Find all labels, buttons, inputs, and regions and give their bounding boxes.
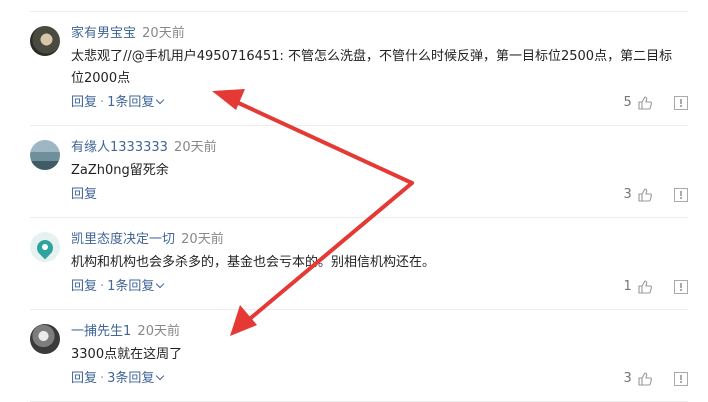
comment-item: 家有男宝宝 20天前 太悲观了//@手机用户4950716451: 不管怎么洗盘… (30, 26, 700, 118)
divider (30, 125, 688, 126)
separator: · (100, 371, 105, 386)
reply-button[interactable]: 回复 (71, 187, 97, 202)
report-icon[interactable] (674, 280, 688, 294)
comment-header: 一捕先生1 20天前 (71, 324, 180, 340)
avatar[interactable] (30, 232, 60, 262)
view-replies-label: 1条回复 (107, 279, 155, 294)
divider (30, 11, 688, 12)
comment-header: 有缘人1333333 20天前 (71, 140, 217, 156)
reply-button[interactable]: 回复 (71, 95, 97, 110)
timestamp: 20天前 (174, 140, 217, 155)
comment-item: 一捕先生1 20天前 3300点就在这周了 回复 · 3条回复 3 (30, 324, 700, 394)
report-icon[interactable] (674, 96, 688, 110)
chevron-down-icon (156, 95, 165, 105)
comment-actions: 回复 · 1条回复 (71, 279, 165, 295)
chevron-down-icon (156, 371, 165, 381)
divider (30, 217, 688, 218)
thumbs-up-icon[interactable] (638, 280, 652, 294)
comment-meta: 3 (623, 371, 688, 388)
username[interactable]: 一捕先生1 (71, 324, 131, 339)
timestamp: 20天前 (181, 232, 224, 247)
timestamp: 20天前 (142, 26, 185, 41)
divider (30, 309, 688, 310)
view-replies-button[interactable]: 1条回复 (107, 95, 165, 110)
view-replies-label: 3条回复 (107, 371, 155, 386)
thumbs-up-icon[interactable] (638, 188, 652, 202)
avatar[interactable] (30, 26, 60, 56)
comment-header: 家有男宝宝 20天前 (71, 26, 185, 42)
like-count: 3 (623, 187, 632, 202)
separator: · (100, 279, 105, 294)
view-replies-button[interactable]: 3条回复 (107, 371, 165, 386)
comment-meta: 5 (623, 95, 688, 112)
comment-text: 太悲观了//@手机用户4950716451: 不管怎么洗盘，不管什么时候反弹，第… (71, 49, 673, 86)
comment-meta: 3 (623, 187, 688, 204)
reply-button[interactable]: 回复 (71, 279, 97, 294)
comment-actions: 回复 (71, 187, 97, 203)
reply-button[interactable]: 回复 (71, 371, 97, 386)
comment-text: ZaZh0ng留死余 (71, 163, 169, 178)
username[interactable]: 有缘人1333333 (71, 140, 168, 155)
comment-actions: 回复 · 3条回复 (71, 371, 165, 387)
separator: · (100, 95, 105, 110)
comment-header: 凯里态度决定一切 20天前 (71, 232, 224, 248)
timestamp: 20天前 (137, 324, 180, 339)
username[interactable]: 家有男宝宝 (71, 26, 136, 41)
username[interactable]: 凯里态度决定一切 (71, 232, 175, 247)
like-count: 1 (623, 279, 632, 294)
thumbs-up-icon[interactable] (638, 96, 652, 110)
like-count: 5 (623, 95, 632, 110)
chevron-down-icon (156, 279, 165, 289)
comment-item: 有缘人1333333 20天前 ZaZh0ng留死余 回复 3 (30, 140, 700, 210)
report-icon[interactable] (674, 372, 688, 386)
comment-text: 机构和机构也会多杀多的，基金也会亏本的。别相信机构还在。 (71, 255, 436, 270)
like-count: 3 (623, 371, 632, 386)
comment-actions: 回复 · 1条回复 (71, 95, 165, 111)
comment-item: 凯里态度决定一切 20天前 机构和机构也会多杀多的，基金也会亏本的。别相信机构还… (30, 232, 700, 302)
comment-text: 3300点就在这周了 (71, 347, 183, 362)
comment-meta: 1 (623, 279, 688, 296)
view-replies-button[interactable]: 1条回复 (107, 279, 165, 294)
avatar[interactable] (30, 324, 60, 354)
report-icon[interactable] (674, 188, 688, 202)
view-replies-label: 1条回复 (107, 95, 155, 110)
thumbs-up-icon[interactable] (638, 372, 652, 386)
avatar[interactable] (30, 140, 60, 170)
